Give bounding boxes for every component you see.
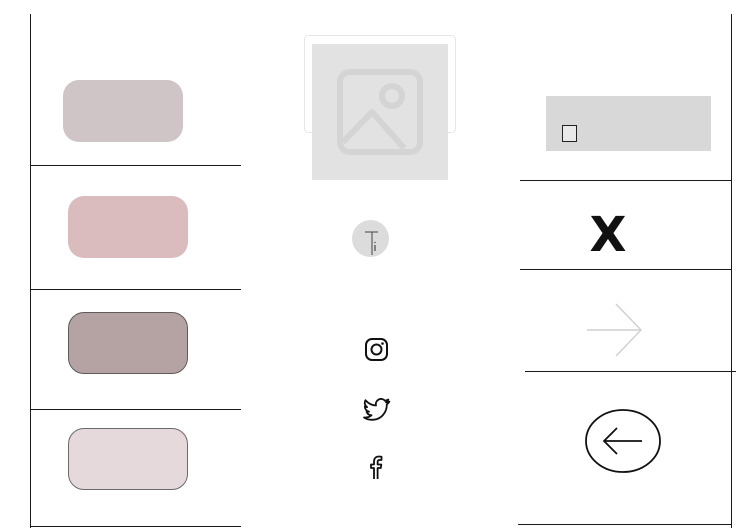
- divider: [30, 165, 241, 166]
- arrow-left-circle-icon[interactable]: [584, 408, 662, 474]
- divider: [30, 409, 241, 410]
- twitter-icon[interactable]: [363, 398, 391, 422]
- swatch-1[interactable]: [63, 80, 183, 142]
- swatch-2[interactable]: [68, 196, 188, 258]
- image-placeholder[interactable]: [312, 44, 448, 180]
- instagram-icon[interactable]: [364, 337, 389, 362]
- arrow-right-icon[interactable]: [586, 302, 644, 358]
- divider: [520, 180, 731, 181]
- divider: [30, 526, 241, 527]
- swatch-4[interactable]: [68, 428, 188, 490]
- close-icon[interactable]: X: [584, 205, 632, 265]
- divider: [518, 524, 731, 525]
- checkbox[interactable]: [562, 125, 577, 142]
- user-avatar-icon[interactable]: [352, 220, 389, 257]
- divider: [520, 269, 731, 270]
- left-border: [30, 14, 31, 528]
- gray-bar: [546, 96, 711, 151]
- image-placeholder-icon: [337, 69, 423, 155]
- divider: [30, 289, 241, 290]
- facebook-icon[interactable]: [367, 455, 385, 480]
- right-border: [731, 14, 732, 528]
- swatch-3[interactable]: [68, 312, 188, 374]
- divider: [525, 371, 736, 372]
